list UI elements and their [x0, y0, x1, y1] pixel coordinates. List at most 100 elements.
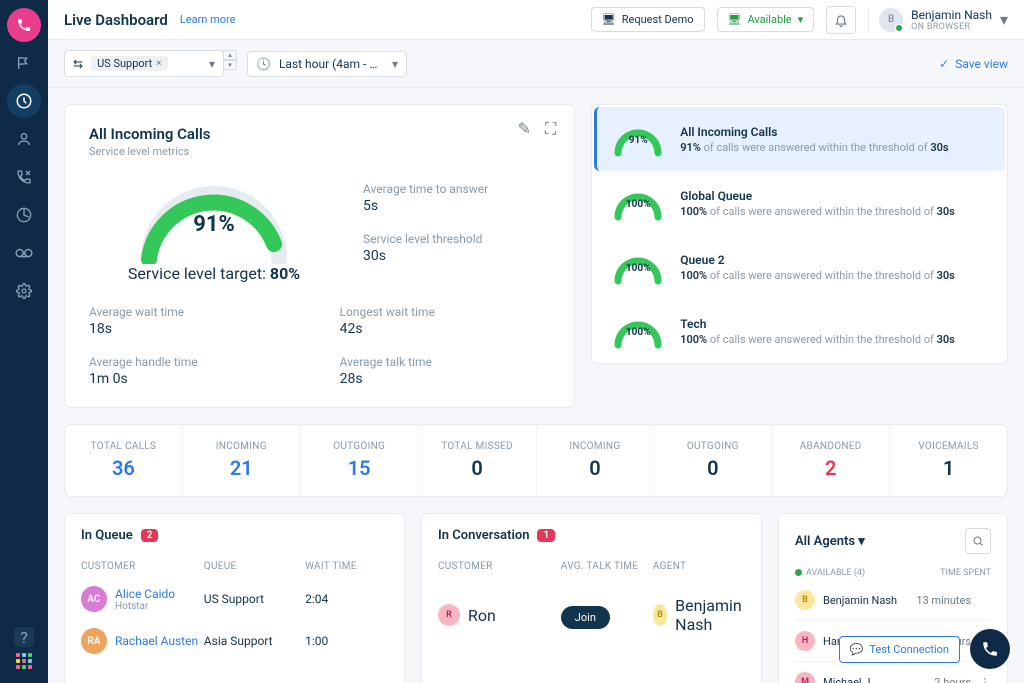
col-header: CUSTOMER [438, 561, 561, 572]
mini-gauge: 100% [612, 313, 664, 349]
chevron-down-icon: ▾ [392, 57, 398, 71]
queue-row[interactable]: RARachael AustenAsia Support1:00 [81, 620, 388, 662]
queue-count-badge: 2 [141, 529, 159, 542]
queue-item[interactable]: 100% Global Queue 100% of calls were answe… [594, 171, 1005, 235]
brand-icon[interactable] [7, 8, 41, 42]
nav-reports-icon[interactable] [7, 198, 41, 232]
check-icon: ✓ [939, 57, 949, 71]
agent-row[interactable]: BBenjamin Nash13 minutes [795, 580, 991, 621]
customer-name-link[interactable]: Alice Caido [115, 587, 175, 601]
agent-avatar: B [795, 590, 815, 610]
total-value: 0 [662, 456, 763, 480]
total-value: 21 [191, 456, 292, 480]
agents-filter-dropdown[interactable]: All Agents ▾ [795, 534, 865, 549]
availability-label: Available [747, 13, 791, 26]
stat-value: 42s [340, 321, 551, 337]
agents-section-label: AVAILABLE (4) [795, 568, 865, 578]
stat-value: 30s [363, 248, 488, 264]
queue-item[interactable]: 91%All Incoming Calls91% of calls were a… [594, 107, 1005, 171]
gauge-percentage: 91% [134, 212, 294, 237]
user-menu[interactable]: B Benjamin Nash ON BROWSER ▾ [868, 8, 1008, 32]
chip-remove-icon[interactable]: × [156, 58, 161, 69]
total-value: 15 [309, 456, 410, 480]
request-demo-button[interactable]: 🖥 Request Demo [591, 7, 705, 32]
app-switcher-icon[interactable] [16, 653, 32, 669]
timerange-label: Last hour (4am - … [279, 57, 377, 71]
notifications-button[interactable] [826, 6, 856, 34]
page-title: Live Dashboard [64, 11, 168, 29]
stat-value: 5s [363, 198, 488, 214]
total-cell: VOICEMAILS1 [890, 425, 1007, 496]
agent-avatar: B [653, 604, 667, 626]
total-label: OUTGOING [309, 441, 410, 452]
col-header: AGENT [653, 561, 745, 572]
stat-value: 1m 0s [89, 371, 300, 387]
availability-dropdown[interactable]: 🖥 Available ▾ [717, 7, 815, 32]
queue-item[interactable]: 100%Queue 2100% of calls were answered w… [594, 235, 1005, 299]
team-chip-label: US Support [97, 57, 152, 70]
team-chip[interactable]: US Support × [91, 56, 168, 71]
edit-icon[interactable]: ✎ [518, 119, 531, 139]
stat-value: 28s [340, 371, 551, 387]
filter-spinners[interactable]: ▴▾ [223, 50, 237, 77]
queue-row[interactable]: ACAlice CaidoHotstarUS Support2:04 [81, 578, 388, 620]
test-connection-button[interactable]: 💬 Test Connection [839, 636, 960, 663]
service-level-card: ✎ ⛶ All Incoming Calls Service level met… [64, 104, 575, 408]
in-conversation-panel: In Conversation 1 CUSTOMERAVG. TALK TIMEA… [421, 513, 762, 683]
queue-name: Queue 2 [680, 253, 955, 267]
agent-name: Benjamin Nash [675, 596, 745, 634]
total-cell: INCOMING21 [183, 425, 301, 496]
mini-gauge: 100% [612, 185, 664, 221]
nav-calls-icon[interactable] [7, 160, 41, 194]
service-level-gauge: 91% [134, 174, 294, 264]
customer-avatar: AC [81, 586, 107, 612]
total-value: 36 [73, 456, 174, 480]
save-view-label: Save view [955, 57, 1008, 71]
nav-dashboard-icon[interactable] [7, 84, 41, 118]
nav-settings-icon[interactable] [7, 274, 41, 308]
nav-flag-icon[interactable] [7, 46, 41, 80]
queue-desc: 100% of calls were answered within the t… [680, 205, 955, 218]
card-title: All Incoming Calls [89, 125, 550, 143]
queue-list: 91%All Incoming Calls91% of calls were a… [591, 104, 1008, 364]
timerange-filter[interactable]: 🕓 Last hour (4am - … ▾ [247, 51, 407, 77]
customer-name-link[interactable]: Rachael Austen [115, 634, 198, 648]
total-cell: OUTGOING0 [654, 425, 772, 496]
presence-dot [895, 24, 903, 32]
nav-voicemail-icon[interactable] [7, 236, 41, 270]
stat-label: Longest wait time [340, 305, 551, 319]
customer-avatar: RA [81, 628, 107, 654]
agent-avatar: M [795, 672, 815, 683]
agent-menu-icon[interactable]: ⋮ [979, 676, 991, 683]
dialer-fab[interactable] [970, 629, 1010, 669]
join-button[interactable]: Join [561, 606, 610, 629]
filter-icon: ⇆ [73, 57, 83, 71]
stat-label: Average wait time [89, 305, 300, 319]
help-icon[interactable]: ? [14, 627, 34, 647]
queue-name: Global Queue [680, 189, 955, 203]
customer-avatar: R [438, 604, 460, 626]
save-view-button[interactable]: ✓ Save view [939, 57, 1008, 71]
expand-icon[interactable]: ⛶ [545, 119, 556, 139]
agent-time: 2 hours [934, 676, 971, 683]
in-queue-panel: In Queue2 CUSTOMERQUEUEWAIT TIME ACAlice… [64, 513, 405, 683]
queue-desc: 100% of calls were answered within the t… [680, 333, 955, 346]
queue-name: All Incoming Calls [680, 125, 948, 139]
stat-label: Service level threshold [363, 232, 488, 246]
team-filter[interactable]: ⇆ US Support× ▾ [64, 50, 224, 77]
learn-more-link[interactable]: Learn more [180, 13, 236, 26]
conversation-row: R Ron Join B Benjamin Nash [438, 578, 745, 652]
nav-contacts-icon[interactable] [7, 122, 41, 156]
total-label: INCOMING [545, 441, 646, 452]
agent-search-button[interactable] [965, 528, 991, 554]
queue-desc: 100% of calls were answered within the t… [680, 269, 955, 282]
conv-count-badge: 1 [537, 529, 555, 542]
agent-time: 13 minutes [916, 594, 971, 607]
chevron-down-icon: ▾ [1000, 10, 1008, 29]
col-header: AVG. TALK TIME [561, 561, 653, 572]
queue-desc: 91% of calls were answered within the th… [680, 141, 948, 154]
total-label: ABANDONED [780, 441, 881, 452]
total-cell: TOTAL CALLS36 [65, 425, 183, 496]
queue-item[interactable]: 100%Tech100% of calls were answered with… [594, 299, 1005, 363]
panel-title: In Conversation [438, 528, 529, 543]
